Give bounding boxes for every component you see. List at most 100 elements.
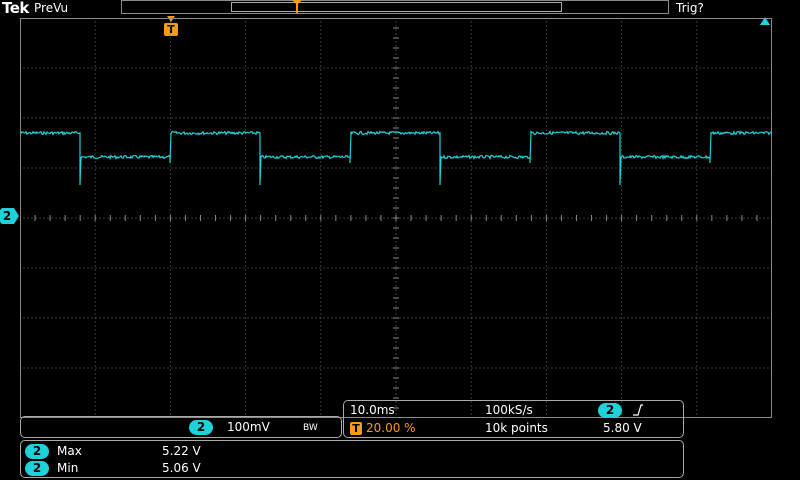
channel-ground-marker[interactable]: 2	[0, 208, 19, 224]
graticule-dot	[507, 117, 509, 119]
status-bar: Tek PreVu Trig?	[0, 0, 800, 16]
graticule-dot	[199, 267, 201, 269]
graticule-dot	[139, 367, 141, 369]
graticule-dot	[615, 167, 617, 169]
graticule-dot	[755, 67, 757, 69]
graticule-dot	[245, 289, 247, 291]
graticule-dot	[607, 67, 609, 69]
graticule-dot	[703, 317, 705, 319]
graticule-dot	[387, 267, 389, 269]
graticule-dot	[631, 317, 633, 319]
graticule-dot	[245, 393, 247, 395]
channel-readout[interactable]: 2 100mV BW	[20, 416, 342, 438]
graticule-dot	[470, 133, 472, 135]
graticule-dot	[635, 367, 637, 369]
graticule-dot	[470, 313, 472, 315]
graticule-dot	[94, 201, 96, 203]
graticule-dot	[519, 217, 521, 219]
graticule-dot	[551, 217, 553, 219]
graticule-dot	[143, 267, 145, 269]
graticule-dot	[94, 353, 96, 355]
graticule-dot	[245, 165, 247, 167]
graticule-dot	[191, 217, 193, 219]
graticule-dot	[245, 21, 247, 23]
graticule-dot	[94, 93, 96, 95]
graticule-dot	[31, 117, 33, 119]
graticule-dot	[470, 241, 472, 243]
graticule-dot	[320, 281, 322, 283]
graticule-dot	[111, 267, 113, 269]
graticule-dot	[679, 117, 681, 119]
graticule-dot	[263, 367, 265, 369]
graticule-dot	[231, 267, 233, 269]
graticule-dot	[459, 317, 461, 319]
graticule-dot	[291, 67, 293, 69]
graticule-dot	[470, 253, 472, 255]
graticule-dot	[621, 381, 623, 383]
graticule-dot	[575, 67, 577, 69]
graticule-dot	[627, 267, 629, 269]
graticule-dot	[94, 337, 96, 339]
graticule-dot	[470, 209, 472, 211]
graticule-dot	[319, 267, 321, 269]
graticule-dot	[639, 117, 641, 119]
waveform-display[interactable]	[20, 18, 772, 418]
graticule-dot	[545, 89, 547, 91]
graticule-dot	[439, 267, 441, 269]
graticule-dot	[431, 367, 433, 369]
graticule-dot	[103, 317, 105, 319]
graticule-dot	[696, 397, 698, 399]
graticule-dot	[495, 267, 497, 269]
measurement-value: 5.22 V	[162, 444, 201, 458]
graticule-dot	[675, 267, 677, 269]
graticule-dot	[187, 267, 189, 269]
graticule-dot	[555, 117, 557, 119]
graticule-dot	[267, 67, 269, 69]
graticule-dot	[470, 193, 472, 195]
graticule-dot	[245, 341, 247, 343]
graticule-dot	[169, 369, 171, 371]
measurement-readout[interactable]: 2 Max 5.22 V 2 Min 5.06 V	[20, 440, 684, 478]
graticule-dot	[683, 67, 685, 69]
graticule-dot	[147, 317, 149, 319]
graticule-dot	[63, 117, 65, 119]
graticule-dot	[94, 265, 96, 267]
graticule-dot	[599, 267, 601, 269]
graticule-dot	[47, 67, 49, 69]
graticule-dot	[169, 65, 171, 67]
graticule-dot	[707, 117, 709, 119]
graticule-dot	[696, 113, 698, 115]
graticule-dot	[495, 367, 497, 369]
graticule-dot	[407, 67, 409, 69]
graticule-dot	[619, 117, 621, 119]
graticule-dot	[395, 81, 397, 83]
graticule-dot	[603, 317, 605, 319]
graticule-dot	[387, 317, 389, 319]
graticule-dot	[470, 345, 472, 347]
graticule-dot	[387, 117, 389, 119]
graticule-dot	[583, 217, 585, 219]
graticule-dot	[555, 317, 557, 319]
graticule-dot	[621, 365, 623, 367]
graticule-dot	[731, 367, 733, 369]
graticule-dot	[107, 217, 109, 219]
graticule-dot	[599, 317, 601, 319]
graticule-dot	[427, 317, 429, 319]
horizontal-trigger-readout[interactable]: 10.0ms 100kS/s 2 T 20.00 % 10k points 5.…	[343, 400, 684, 438]
graticule-dot	[545, 145, 547, 147]
graticule-dot	[320, 341, 322, 343]
graticule-dot	[487, 217, 489, 219]
graticule-dot	[175, 217, 177, 219]
graticule-dot	[655, 67, 657, 69]
graticule-dot	[767, 117, 769, 119]
graticule-dot	[245, 309, 247, 311]
graticule-dot	[627, 217, 629, 219]
graticule-dot	[169, 125, 171, 127]
graticule-dot	[545, 213, 547, 215]
graticule-dot	[567, 67, 569, 69]
graticule-dot	[419, 267, 421, 269]
graticule-dot	[367, 267, 369, 269]
graticule-dot	[435, 267, 437, 269]
record-view-window[interactable]	[231, 2, 562, 12]
graticule-dot	[155, 67, 157, 69]
